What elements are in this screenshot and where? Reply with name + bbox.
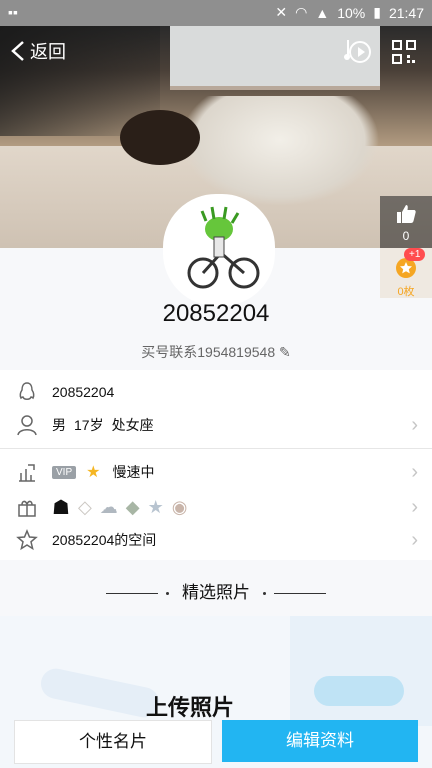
battery-percent: 10%	[337, 4, 366, 21]
mute-icon: ✕	[275, 4, 288, 20]
music-button[interactable]	[342, 36, 372, 66]
qq-number: 20852204	[52, 384, 115, 400]
age: 17岁	[74, 417, 104, 433]
speed-status: 慢速中	[112, 464, 155, 480]
like-count: 0	[402, 229, 410, 243]
chevron-right-icon: ›	[411, 528, 418, 551]
chevron-right-icon: ›	[411, 495, 418, 518]
clock: 21:47	[388, 4, 424, 21]
featured-photos-heading: 精选照片	[0, 578, 432, 603]
qr-code-button[interactable]	[392, 40, 416, 64]
like-button[interactable]: 0	[380, 196, 432, 248]
avatar-bicycle-image	[187, 206, 260, 289]
space-label: 20852204的空间	[52, 532, 157, 548]
heading-line-right	[273, 593, 326, 595]
vip-level-row[interactable]: VIP ★ 慢速中 ›	[0, 455, 432, 489]
nickname: 20852204	[162, 300, 270, 327]
qq-number-row: 20852204	[0, 375, 432, 409]
signature[interactable]: 买号联系1954819548 ✎	[0, 342, 432, 362]
cloud-badge-icon: ☁	[99, 496, 118, 517]
coin-plus-badge: +1	[404, 248, 426, 261]
badges-row[interactable]: ☗ ◇ ☁ ◆ ★ ◉ ›	[0, 490, 432, 524]
personal-card-button[interactable]: 个性名片	[14, 720, 212, 764]
penguin-badge-icon: ☗	[52, 496, 70, 519]
wifi-icon: ◠	[295, 4, 308, 20]
green-diamond-badge-icon: ◆	[125, 496, 140, 517]
cover-hair	[120, 110, 200, 165]
fish-decoration	[314, 676, 404, 706]
zodiac: 处女座	[111, 417, 154, 433]
chevron-left-icon	[11, 41, 24, 61]
growth-chart-icon	[19, 464, 35, 482]
edit-profile-button[interactable]: 编辑资料	[222, 720, 418, 762]
star-badge-icon: ★	[147, 496, 164, 517]
heading-line-left	[106, 593, 159, 595]
gender: 男	[52, 417, 66, 433]
status-right: ✕ ◠ ▲ 10% ▮ 21:47	[275, 4, 424, 21]
thumbs-up-icon	[397, 205, 416, 223]
edit-pencil-icon: ✎	[279, 344, 291, 360]
message-icon: ▪▪	[8, 4, 18, 20]
avatar[interactable]	[163, 194, 275, 306]
star-outline-icon	[16, 529, 38, 551]
qzone-row[interactable]: 20852204的空间 ›	[0, 523, 432, 557]
heading-dot-left	[166, 592, 170, 596]
crown-star-icon: ★	[86, 464, 101, 481]
chevron-right-icon: ›	[411, 460, 418, 483]
coin-count: 0枚	[397, 286, 415, 298]
divider-line	[0, 448, 432, 449]
back-button[interactable]: 返回	[10, 38, 66, 64]
signature-text: 买号联系1954819548	[141, 344, 276, 360]
featured-photos-title: 精选照片	[182, 583, 250, 602]
person-icon	[17, 415, 37, 436]
status-bar: ▪▪ ✕ ◠ ▲ 10% ▮ 21:47	[0, 0, 432, 26]
battery-icon: ▮	[373, 4, 381, 20]
vip-badge: VIP	[52, 465, 77, 479]
qr-code-icon	[392, 40, 416, 64]
notification-icons: ▪▪	[8, 4, 18, 20]
speed-badge-icon: ◉	[171, 496, 188, 517]
basic-info-row[interactable]: 男 17岁 处女座 ›	[0, 408, 432, 442]
chevron-right-icon: ›	[411, 413, 418, 436]
back-label: 返回	[30, 42, 66, 62]
heading-dot-right	[262, 592, 266, 596]
signal-icon: ▲	[315, 4, 330, 21]
cover-person	[180, 96, 380, 206]
photo-thumbnail[interactable]	[290, 616, 432, 726]
diamond-badge-icon: ◇	[77, 496, 92, 517]
penguin-icon	[19, 382, 35, 400]
upload-photo-text: 上传照片	[146, 695, 235, 720]
gift-box-icon	[18, 500, 36, 517]
music-play-icon	[344, 40, 371, 63]
